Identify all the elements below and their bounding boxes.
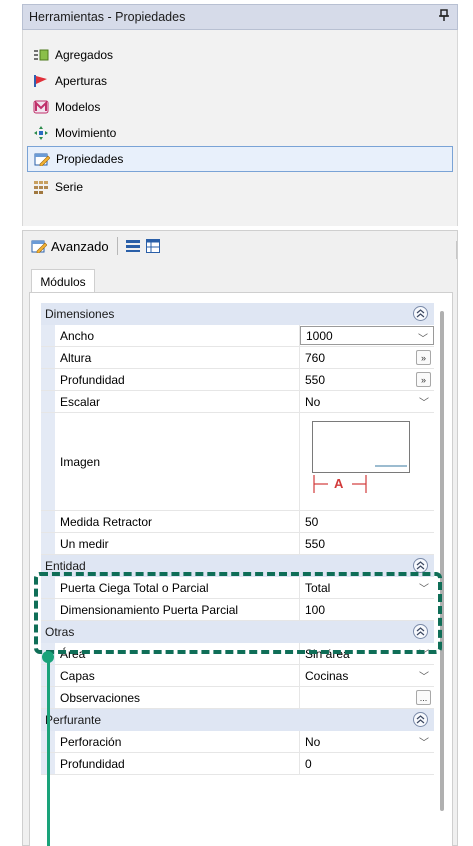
property-value-imagen[interactable]: A — [300, 413, 434, 510]
move-icon — [33, 125, 49, 141]
property-name: Observaciones — [55, 687, 300, 708]
property-row-perforacion: Perforación No ﹀ — [41, 731, 434, 753]
property-value: 50 — [305, 514, 319, 529]
property-value: Cocinas — [305, 668, 349, 683]
property-value: 760 — [305, 350, 326, 365]
toolbar-edge-divider — [456, 241, 457, 259]
property-value: No — [305, 734, 321, 749]
property-value: 550 — [305, 536, 326, 551]
panel-toolbar: Avanzado — [31, 233, 160, 259]
property-name: Imagen — [55, 413, 300, 510]
nav-item-movimiento[interactable]: Movimiento — [27, 120, 453, 146]
property-value-altura[interactable]: 760 » — [300, 347, 434, 368]
vertical-scrollbar[interactable] — [440, 311, 444, 811]
property-row-observaciones: Observaciones ... — [41, 687, 434, 709]
property-value: 550 — [305, 372, 326, 387]
nav-item-label: Agregados — [55, 48, 114, 62]
callout-pointer-dot — [42, 651, 54, 663]
property-name: Un medir — [55, 533, 300, 554]
table-view-icon[interactable] — [145, 239, 160, 253]
chevron-down-icon[interactable]: ﹀ — [418, 330, 428, 345]
models-icon — [33, 99, 49, 115]
tools-nav-list: Agregados Aperturas Modelos Movimiento P… — [22, 30, 458, 226]
property-name: Altura — [55, 347, 300, 368]
entidad-highlight-frame — [34, 572, 442, 654]
section-header-perfurante[interactable]: Perfurante — [41, 709, 434, 731]
property-name: Perforación — [55, 731, 300, 752]
property-row-altura: Altura 760 » — [41, 347, 434, 369]
property-value-escalar[interactable]: No ﹀ — [300, 391, 434, 412]
properties-icon[interactable] — [31, 239, 47, 253]
chevron-down-icon[interactable]: ﹀ — [419, 668, 429, 683]
property-row-un-medir: Un medir 550 — [41, 533, 434, 555]
section-title: Perfurante — [45, 713, 102, 727]
dimension-marker-icon — [313, 475, 367, 493]
image-dimension-label: A — [334, 476, 344, 491]
collapse-icon[interactable] — [413, 306, 428, 321]
property-name: Capas — [55, 665, 300, 686]
property-value: 0 — [305, 756, 312, 771]
property-row-profundidad: Profundidad 550 » — [41, 369, 434, 391]
advanced-label[interactable]: Avanzado — [51, 239, 109, 254]
expand-icon[interactable]: » — [416, 350, 431, 365]
property-value-un-medir[interactable]: 550 — [300, 533, 434, 554]
property-name: Profundidad — [55, 753, 300, 774]
property-name: Escalar — [55, 391, 300, 412]
property-row-medida-retractor: Medida Retractor 50 — [41, 511, 434, 533]
property-row-profundidad-perforacion: Profundidad 0 — [41, 753, 434, 775]
nav-item-label: Modelos — [55, 100, 101, 114]
property-row-ancho: Ancho 1000 ﹀ — [41, 325, 434, 347]
property-grid: Dimensiones Ancho 1000 ﹀ Altura 760 » Pr… — [41, 303, 434, 775]
chevron-down-icon[interactable]: ﹀ — [419, 394, 429, 409]
chevron-down-icon[interactable]: ﹀ — [419, 734, 429, 749]
series-icon — [33, 179, 49, 195]
image-preview[interactable] — [312, 421, 410, 473]
property-value-medida-retractor[interactable]: 50 — [300, 511, 434, 532]
property-name: Ancho — [55, 325, 300, 346]
property-value-profundidad-perforacion[interactable]: 0 — [300, 753, 434, 774]
property-row-escalar: Escalar No ﹀ — [41, 391, 434, 413]
property-value-profundidad[interactable]: 550 » — [300, 369, 434, 390]
pin-icon[interactable] — [439, 9, 449, 24]
list-view-icon[interactable] — [125, 239, 140, 253]
property-row-capas: Capas Cocinas ﹀ — [41, 665, 434, 687]
property-value-capas[interactable]: Cocinas ﹀ — [300, 665, 434, 686]
properties-panel: Avanzado Módulos Dimensiones Ancho 1000 … — [22, 230, 458, 846]
nav-item-propiedades[interactable]: Propiedades — [27, 146, 453, 172]
nav-item-label: Propiedades — [56, 152, 124, 166]
aggregates-icon — [33, 47, 49, 63]
collapse-icon[interactable] — [413, 558, 428, 573]
property-value-perforacion[interactable]: No ﹀ — [300, 731, 434, 752]
nav-item-label: Movimiento — [55, 126, 117, 140]
expand-icon[interactable]: » — [416, 372, 431, 387]
nav-item-label: Serie — [55, 180, 84, 194]
nav-item-aperturas[interactable]: Aperturas — [27, 68, 453, 94]
property-value-ancho[interactable]: 1000 ﹀ — [300, 326, 434, 345]
property-value: No — [305, 394, 321, 409]
ellipsis-icon[interactable]: ... — [416, 690, 431, 705]
callout-pointer-line — [47, 656, 50, 846]
toolbar-divider — [116, 237, 118, 255]
window-titlebar: Herramientas - Propiedades — [22, 4, 458, 30]
section-title: Dimensiones — [45, 307, 115, 321]
property-row-imagen: Imagen A — [41, 413, 434, 511]
properties-icon — [34, 151, 50, 167]
property-value: 1000 — [306, 328, 333, 343]
nav-item-serie[interactable]: Serie — [27, 174, 453, 200]
section-header-dimensiones[interactable]: Dimensiones — [41, 303, 434, 325]
nav-item-label: Aperturas — [55, 74, 108, 88]
property-name: Profundidad — [55, 369, 300, 390]
property-value-observaciones[interactable]: ... — [300, 687, 434, 708]
openings-icon — [33, 73, 49, 89]
collapse-icon[interactable] — [413, 712, 428, 727]
nav-item-agregados[interactable]: Agregados — [27, 42, 453, 68]
section-title: Entidad — [45, 559, 86, 573]
tab-modulos[interactable]: Módulos — [31, 269, 95, 293]
window-title: Herramientas - Propiedades — [29, 10, 186, 24]
nav-item-modelos[interactable]: Modelos — [27, 94, 453, 120]
property-name: Medida Retractor — [55, 511, 300, 532]
